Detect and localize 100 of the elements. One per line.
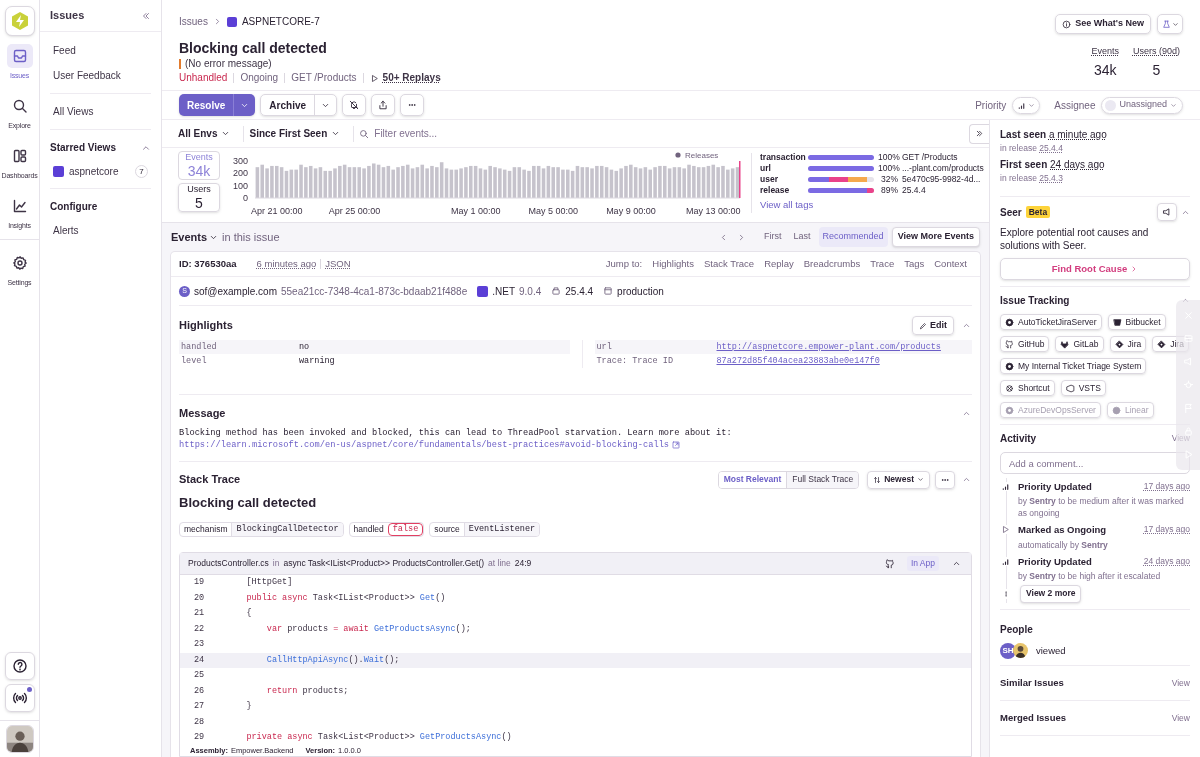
section-title: Similar Issues xyxy=(1000,675,1064,690)
section-title: Activity xyxy=(1000,432,1037,446)
frame-file: ProductsController.cs xyxy=(188,557,269,570)
filter-dropdown[interactable]: All Envs xyxy=(178,126,239,141)
jump-link[interactable]: Context xyxy=(929,256,972,272)
edit-button[interactable]: Edit xyxy=(912,316,954,335)
filter-dropdown[interactable]: Since First Seen xyxy=(249,126,349,141)
axis-label: May 13 00:00 xyxy=(686,206,741,216)
highlight-link[interactable]: 87a272d85f404acea23883abe0e147f0 xyxy=(716,354,880,368)
integration-button[interactable]: GitHub xyxy=(1000,336,1050,352)
axis-label: Apr 25 00:00 xyxy=(328,206,381,216)
issue-subtitle: (No error message) xyxy=(185,57,272,70)
stat-value: 34k xyxy=(1093,60,1117,79)
jump-label: Jump to: xyxy=(605,256,643,271)
activity-time: 17 days ago xyxy=(1143,480,1190,493)
whats-new-button[interactable]: See What's New xyxy=(1055,14,1151,34)
view-toggle[interactable]: Full Stack Trace xyxy=(786,471,859,488)
jump-link[interactable]: Trace xyxy=(865,256,900,272)
integration-button[interactable]: GitLab xyxy=(1055,336,1104,352)
axis-label: May 5 00:00 xyxy=(528,206,579,216)
nav-link[interactable]: Feed xyxy=(50,38,151,63)
issue-meta: Ongoing xyxy=(240,71,279,85)
activity-text: by Sentry to be high after it escalated xyxy=(1018,569,1162,582)
nav-link[interactable]: Alerts xyxy=(50,219,151,242)
beta-badge: Beta xyxy=(1025,205,1051,219)
event-nav-tab[interactable]: Last xyxy=(789,227,815,247)
issue-title: Blocking call detected xyxy=(179,39,328,57)
activity-title: Marked as Ongoing xyxy=(1018,523,1107,538)
integration-button[interactable]: Shortcut xyxy=(1000,380,1055,396)
release-link[interactable]: 25.4.4 xyxy=(1039,143,1063,153)
highlight-key: handled xyxy=(181,340,299,354)
event-nav-tab[interactable]: First xyxy=(760,227,786,247)
axis-label: May 1 00:00 xyxy=(450,206,501,216)
jump-link[interactable]: Tags xyxy=(899,256,930,272)
highlight-key: Trace: Trace ID xyxy=(596,354,717,368)
axis-label: 100 xyxy=(232,180,248,191)
comment-field[interactable]: Add a comment... xyxy=(1000,452,1190,474)
integration-button[interactable]: Jira xyxy=(1109,336,1147,352)
event-nav-tab[interactable]: Recommended xyxy=(818,227,888,247)
tag-row[interactable]: url 100% ...-plant.com/products xyxy=(760,163,988,174)
nav-title: Issues xyxy=(50,8,85,24)
search-field[interactable]: Filter events... xyxy=(374,126,969,141)
event-id: ID: 376530aa xyxy=(179,256,237,271)
line-number: 21 xyxy=(193,607,206,621)
section-title: Highlights xyxy=(179,318,233,334)
activity-text: automatically by Sentry xyxy=(1018,538,1109,551)
frame-line: 24:9 xyxy=(514,557,532,570)
release-link[interactable]: 25.4.3 xyxy=(1039,173,1063,183)
sort-dropdown[interactable]: Newest xyxy=(867,470,930,489)
line-number: 27 xyxy=(193,700,206,714)
event-time: 6 minutes ago xyxy=(256,256,317,271)
starred-view[interactable]: aspnetcore 7 xyxy=(50,160,151,183)
tag-row[interactable]: transaction 100% GET /Products xyxy=(760,152,988,163)
view-link[interactable]: View xyxy=(1171,676,1190,690)
integration-button[interactable]: My Internal Ticket Triage System xyxy=(1000,358,1147,374)
integration-button[interactable]: AutoTicketJiraServer xyxy=(1000,314,1102,330)
highlight-value: warning xyxy=(299,354,335,368)
integration-button[interactable]: VSTS xyxy=(1060,380,1106,396)
section-title: Stack Trace xyxy=(179,472,241,488)
jump-link[interactable]: Stack Trace xyxy=(699,256,760,272)
json-link[interactable]: JSON xyxy=(325,256,351,272)
view-more-button[interactable]: View 2 more xyxy=(1020,584,1082,603)
docs-link[interactable]: https://learn.microsoft.com/en-us/aspnet/core/fundamentals/best-practices#avoid-blocking-calls xyxy=(179,438,670,451)
environment-name: production xyxy=(617,284,664,299)
section-title: Merged Issues xyxy=(1000,711,1066,725)
code-line: } xyxy=(245,700,252,714)
view-more-events-button[interactable]: View More Events xyxy=(891,227,980,247)
jump-link[interactable]: Replay xyxy=(759,256,799,272)
view-link[interactable]: View xyxy=(1171,711,1190,725)
events-dropdown[interactable]: Events xyxy=(171,228,219,246)
tag-row[interactable]: user 32% 5e470c95-9982-4d... xyxy=(760,174,988,185)
code-line: CallHttpApiAsync().Wait(); xyxy=(265,653,400,667)
nav-link[interactable]: User Feedback xyxy=(50,63,151,88)
breadcrumb-link[interactable]: ASPNETCORE-7 xyxy=(241,14,320,29)
line-number: 24 xyxy=(193,653,206,667)
find-root-cause-button[interactable]: Find Root Cause xyxy=(1000,258,1190,280)
replays-link[interactable]: 50+ Replays xyxy=(369,71,441,85)
highlight-link[interactable]: http://aspnetcore.empower-plant.com/products xyxy=(716,340,941,354)
line-number: 22 xyxy=(193,622,206,636)
nav-link[interactable]: All Views xyxy=(50,99,151,124)
seen-label: First seen xyxy=(1000,159,1048,170)
jump-link[interactable]: Highlights xyxy=(647,256,699,272)
line-number: 25 xyxy=(193,669,206,683)
code-line: { xyxy=(245,607,252,621)
seen-label: Last seen xyxy=(1000,129,1047,140)
code-line: [HttpGet] xyxy=(245,576,293,590)
breadcrumb-link[interactable]: Issues xyxy=(179,14,208,29)
activity-title: Priority Updated xyxy=(1018,480,1092,494)
stat-value: 5 xyxy=(1152,60,1161,79)
jump-link[interactable]: Breadcrumbs xyxy=(798,256,866,272)
release-version: 25.4.4 xyxy=(565,284,594,299)
section-title: Message xyxy=(179,406,226,421)
summary-toggle[interactable]: Users 5 xyxy=(178,183,220,212)
activity-text: by Sentry to be medium after it was marked as ongoing xyxy=(1018,495,1185,520)
integration-button[interactable]: Bitbucket xyxy=(1107,314,1166,330)
tag-row[interactable]: release 89% 25.4.4 xyxy=(760,185,988,196)
sdk-version: 9.0.4 xyxy=(519,284,542,299)
view-all-tags-link[interactable]: View all tags xyxy=(760,198,988,213)
line-number: 20 xyxy=(193,591,206,605)
summary-toggle[interactable]: Events 34k xyxy=(178,151,220,180)
